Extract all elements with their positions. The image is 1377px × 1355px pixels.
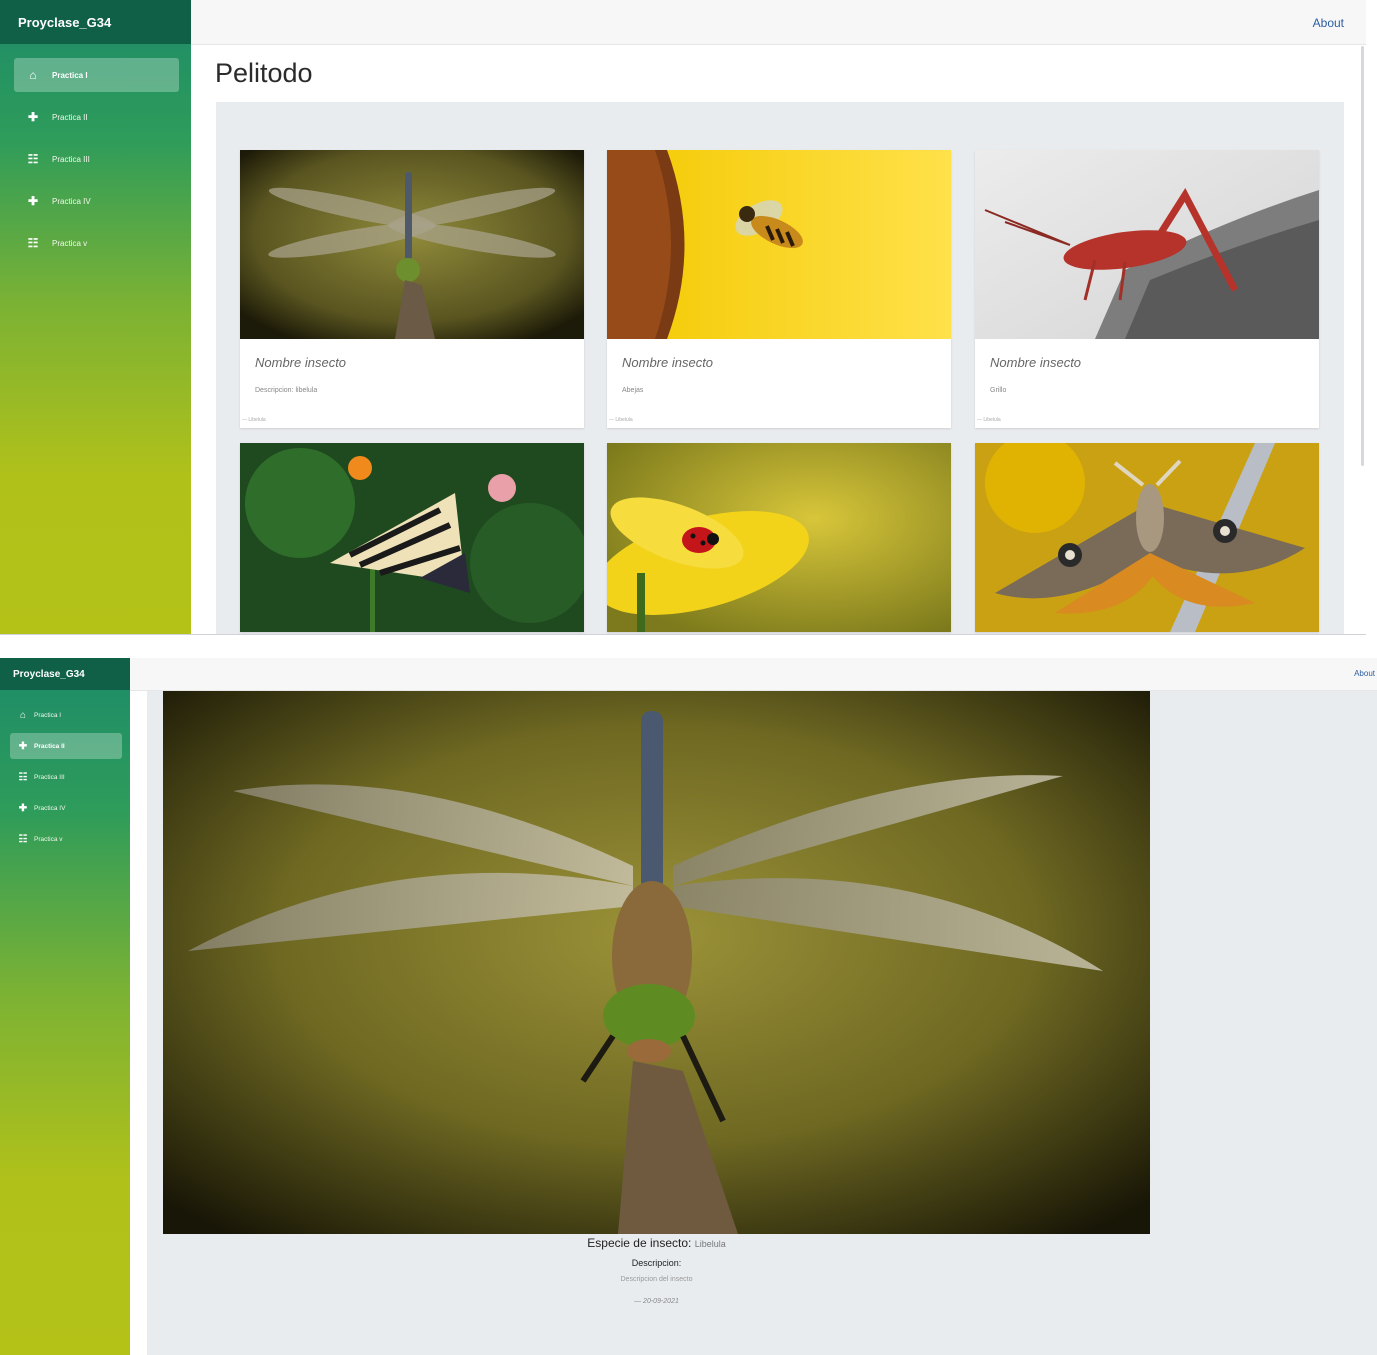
species-value: Libelula <box>694 1239 726 1249</box>
sidebar-item-practica-1[interactable]: ⌂ Practica I <box>14 58 179 92</box>
sidebar-item-practica-4[interactable]: ✚ Practica IV <box>14 184 179 218</box>
sidebar-item-label: Practica v <box>52 238 88 248</box>
card-footer: — Libelula <box>242 417 266 423</box>
sidebar-item-practica-3[interactable]: ☷ Practica III <box>14 142 179 176</box>
sidebar-nav: ⌂ Practica I ✚ Practica II ☷ Practica II… <box>0 690 130 852</box>
insect-card[interactable]: Nombre insecto Grillo — Libelula <box>975 150 1319 428</box>
sidebar-item-label: Practica I <box>34 711 62 719</box>
sidebar-item-label: Practica IV <box>52 196 91 206</box>
plus-icon: ✚ <box>27 194 39 208</box>
sidebar-item-practica-5[interactable]: ☷ Practica v <box>14 226 179 260</box>
insect-name: Nombre insecto <box>990 355 1082 370</box>
insect-card[interactable]: Nombre insecto Descripcion: libelula — L… <box>240 150 584 428</box>
insect-card[interactable] <box>240 443 584 632</box>
date-text: — 20-09-2021 <box>634 1298 679 1305</box>
bee-photo <box>607 150 951 339</box>
card-footer: — Libelula <box>609 417 633 423</box>
sidebar-item-practica-5[interactable]: ☷ Practica v <box>10 826 122 852</box>
app-brand[interactable]: Proyclase_G34 <box>0 658 130 690</box>
home-icon: ⌂ <box>29 68 37 82</box>
description-text: Descripcion del insecto <box>620 1276 693 1283</box>
insect-description: Grillo <box>990 387 1007 394</box>
card-list-view: Proyclase_G34 ⌂ Practica I ✚ Practica II… <box>0 0 1366 635</box>
home-icon: ⌂ <box>19 709 27 721</box>
species-line: Especie de insecto: Libelula <box>163 1236 1150 1250</box>
top-navbar: About <box>191 0 1366 45</box>
insect-card[interactable] <box>607 443 951 632</box>
plus-icon: ✚ <box>18 802 28 814</box>
sidebar-item-label: Practica III <box>52 154 90 164</box>
page-title: Pelitodo <box>215 58 313 88</box>
detail-view: Proyclase_G34 ⌂ Practica I ✚ Practica II… <box>0 658 1377 1355</box>
insect-card[interactable] <box>975 443 1319 632</box>
about-link[interactable]: About <box>1354 669 1375 678</box>
scrollbar[interactable] <box>1361 46 1364 466</box>
sidebar-item-practica-3[interactable]: ☷ Practica III <box>10 764 122 790</box>
list-icon: ☷ <box>18 833 28 845</box>
plus-icon: ✚ <box>27 110 39 124</box>
insect-name: Nombre insecto <box>622 355 714 370</box>
ladybug-photo <box>607 443 951 632</box>
sidebar: Proyclase_G34 ⌂ Practica I ✚ Practica II… <box>0 658 130 1355</box>
list-icon: ☷ <box>27 152 39 166</box>
grasshopper-photo <box>975 150 1319 339</box>
insect-description: Abejas <box>622 387 644 394</box>
app-brand[interactable]: Proyclase_G34 <box>0 0 191 44</box>
top-navbar: About <box>130 658 1377 691</box>
sidebar-item-practica-2[interactable]: ✚ Practica II <box>14 100 179 134</box>
sidebar-item-practica-1[interactable]: ⌂ Practica I <box>10 702 122 728</box>
sidebar-item-practica-4[interactable]: ✚ Practica IV <box>10 795 122 821</box>
card-footer: — Libelula <box>977 417 1001 423</box>
sidebar-item-label: Practica II <box>34 742 65 750</box>
dragonfly-photo <box>163 691 1150 1234</box>
insect-card[interactable]: Nombre insecto Abejas — Libelula <box>607 150 951 428</box>
sidebar-item-label: Practica v <box>34 835 63 843</box>
insect-name: Nombre insecto <box>255 355 347 370</box>
list-icon: ☷ <box>27 236 39 250</box>
butterfly-photo <box>240 443 584 632</box>
sidebar-item-label: Practica II <box>52 112 88 122</box>
dragonfly-photo <box>240 150 584 339</box>
sidebar-item-label: Practica IV <box>34 804 66 812</box>
about-link[interactable]: About <box>1313 16 1344 30</box>
sidebar-item-practica-2[interactable]: ✚ Practica II <box>10 733 122 759</box>
insect-description: Descripcion: libelula <box>255 387 318 394</box>
plus-icon: ✚ <box>18 740 28 752</box>
moth-photo <box>975 443 1319 632</box>
species-label: Especie de insecto: <box>587 1236 692 1250</box>
sidebar: Proyclase_G34 ⌂ Practica I ✚ Practica II… <box>0 0 191 634</box>
sidebar-item-label: Practica III <box>34 773 65 781</box>
description-label: Descripcion: <box>631 1258 682 1268</box>
sidebar-nav: ⌂ Practica I ✚ Practica II ☷ Practica II… <box>0 44 191 260</box>
sidebar-item-label: Practica I <box>52 70 88 80</box>
list-icon: ☷ <box>18 771 28 783</box>
